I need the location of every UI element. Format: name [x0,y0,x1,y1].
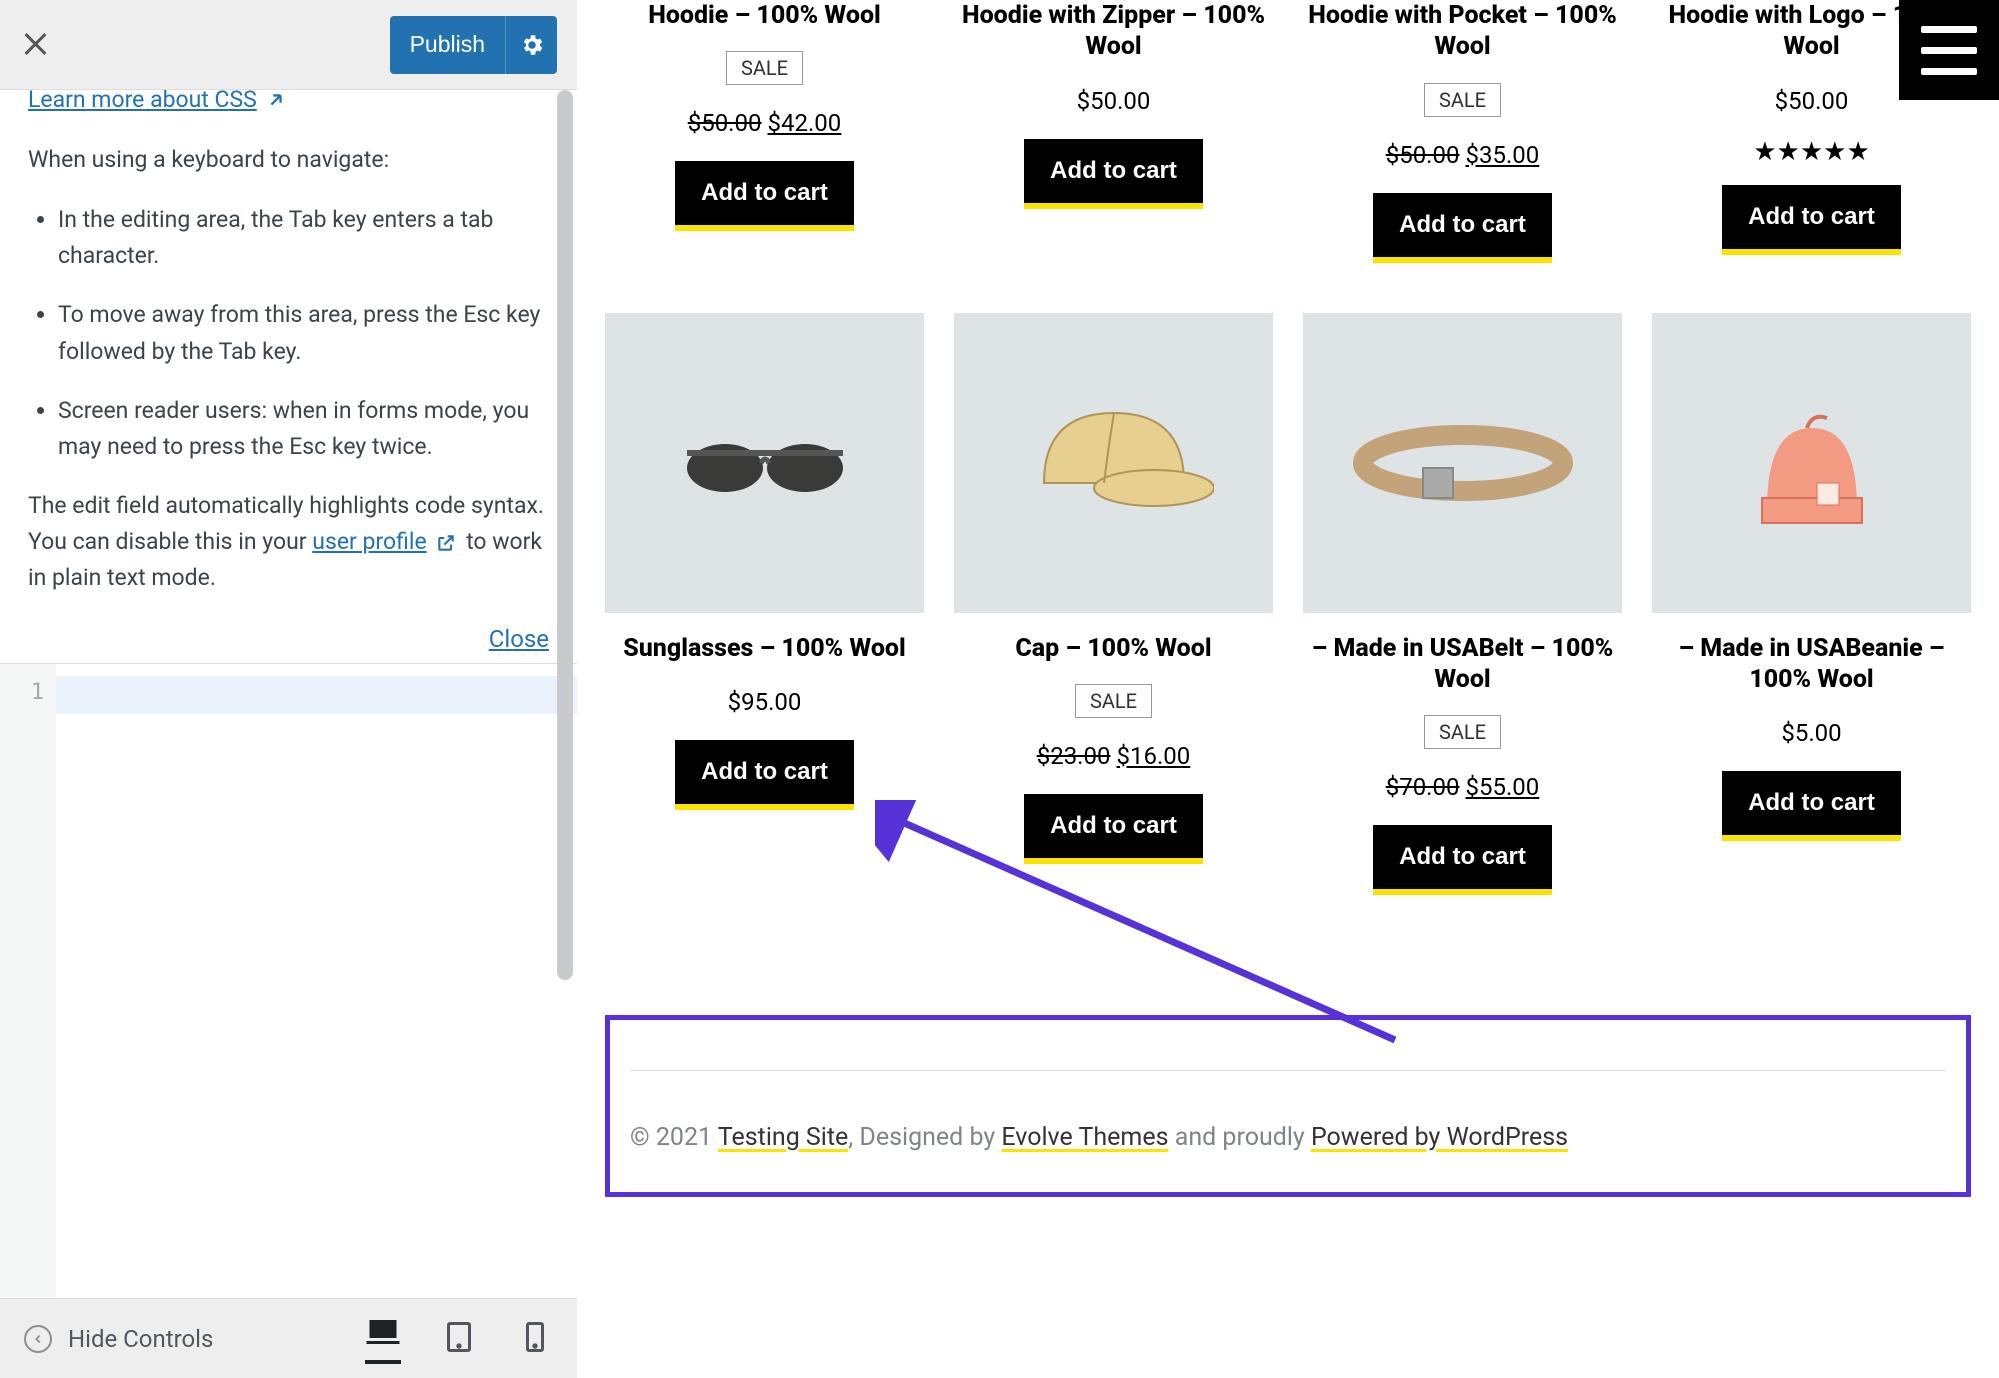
beanie-icon [1737,388,1887,538]
product-card[interactable]: – Made in USABelt – 100% Wool SALE $70.0… [1303,313,1622,896]
external-link-icon [436,533,456,553]
sunglasses-icon [675,423,855,503]
mobile-icon [517,1319,553,1355]
customizer-sidebar: Publish Learn more about CSS When using … [0,0,577,1378]
add-to-cart-button[interactable]: Add to cart [1722,771,1901,841]
hamburger-bar [1921,26,1977,33]
tablet-icon [441,1319,477,1355]
sidebar-footer: Hide Controls [0,1298,577,1378]
product-price: $5.00 [1781,719,1841,747]
line-number-1: 1 [0,680,44,705]
learn-more-row: Learn more about CSS [28,90,549,111]
product-title: – Made in USABeanie – 100% Wool [1652,633,1971,696]
learn-more-link[interactable]: Learn more about CSS [28,90,257,111]
star-rating-icon: ★★★★★ [1753,137,1870,167]
sale-badge: SALE [1424,83,1501,117]
hide-controls-label: Hide Controls [68,1325,213,1353]
product-price: $70.00$55.00 [1386,773,1540,801]
keyboard-intro: When using a keyboard to navigate: [28,143,549,178]
product-card[interactable]: Hoodie with Zipper – 100% Wool $50.00 Ad… [954,0,1273,263]
product-price: $50.00$42.00 [688,109,842,137]
product-title: Hoodie with Pocket – 100% Wool [1303,0,1622,63]
product-image [1652,313,1971,613]
footer-wp-link[interactable]: Powered by WordPress [1311,1123,1568,1152]
code-line-highlight[interactable] [56,676,577,714]
publish-group: Publish [390,16,557,74]
sale-badge: SALE [1075,684,1152,718]
desktop-device-button[interactable] [365,1314,401,1364]
product-title: Cap – 100% Wool [1015,633,1211,664]
gear-icon [519,32,545,58]
close-icon[interactable] [20,30,50,60]
footer-site-link[interactable]: Testing Site [718,1123,849,1152]
add-to-cart-button[interactable]: Add to cart [1373,193,1552,263]
product-card[interactable]: Hoodie with Pocket – 100% Wool SALE $50.… [1303,0,1622,263]
tablet-device-button[interactable] [441,1319,477,1359]
belt-icon [1353,418,1573,508]
hide-controls-button[interactable]: Hide Controls [24,1325,213,1353]
add-to-cart-button[interactable]: Add to cart [675,161,854,231]
product-card[interactable]: Cap – 100% Wool SALE $23.00$16.00 Add to… [954,313,1273,896]
close-help-link[interactable]: Close [489,625,549,653]
product-price: $50.00 [1077,87,1151,115]
add-to-cart-button[interactable]: Add to cart [1024,794,1203,864]
preview-pane: Hoodie – 100% Wool SALE $50.00$42.00 Add… [577,0,1999,1378]
sale-badge: SALE [1424,715,1501,749]
product-image [605,313,924,613]
kb-item-2: To move away from this area, press the E… [58,297,549,371]
sidebar-header: Publish [0,0,577,90]
product-price: $23.00$16.00 [1037,742,1191,770]
product-card[interactable]: Hoodie – 100% Wool SALE $50.00$42.00 Add… [605,0,924,263]
kb-item-1: In the editing area, the Tab key enters … [58,202,549,276]
footer-themes-link[interactable]: Evolve Themes [1001,1123,1168,1152]
sidebar-scrollbar[interactable] [557,90,573,980]
product-row-1: Hoodie – 100% Wool SALE $50.00$42.00 Add… [605,0,1971,263]
product-title: Hoodie with Zipper – 100% Wool [954,0,1273,63]
desktop-icon [365,1314,401,1350]
line-gutter: 1 [0,664,56,1298]
mobile-device-button[interactable] [517,1319,553,1359]
kb-item-3: Screen reader users: when in forms mode,… [58,393,549,467]
css-editor[interactable]: 1 [0,663,577,1298]
add-to-cart-button[interactable]: Add to cart [675,740,854,810]
footer-credits: © 2021 Testing Site, Designed by Evolve … [630,1123,1946,1152]
publish-button[interactable]: Publish [390,16,505,74]
add-to-cart-button[interactable]: Add to cart [1024,139,1203,209]
hamburger-bar [1921,68,1977,75]
sale-badge: SALE [726,51,803,85]
product-price: $95.00 [728,688,802,716]
publish-settings-button[interactable] [505,16,557,74]
external-link-icon [265,90,287,111]
cap-icon [1014,393,1214,533]
edit-field-para: The edit field automatically highlights … [28,488,549,595]
add-to-cart-button[interactable]: Add to cart [1722,185,1901,255]
add-to-cart-button[interactable]: Add to cart [1373,825,1552,895]
product-image [1303,313,1622,613]
product-row-2: Sunglasses – 100% Wool $95.00 Add to car… [605,313,1971,896]
user-profile-link[interactable]: user profile [312,528,426,555]
product-card[interactable]: Sunglasses – 100% Wool $95.00 Add to car… [605,313,924,896]
close-help-row: Close [28,625,549,653]
product-price: $50.00 [1775,87,1849,115]
product-price: $50.00$35.00 [1386,141,1540,169]
product-card[interactable]: – Made in USABeanie – 100% Wool $5.00 Ad… [1652,313,1971,896]
product-title: Hoodie – 100% Wool [648,0,881,31]
product-title: – Made in USABelt – 100% Wool [1303,633,1622,696]
keyboard-list: In the editing area, the Tab key enters … [58,202,549,467]
footer-highlight-box: © 2021 Testing Site, Designed by Evolve … [605,1015,1971,1197]
hamburger-bar [1921,47,1977,54]
collapse-icon [24,1325,52,1353]
product-title: Sunglasses – 100% Wool [623,633,906,664]
menu-button[interactable] [1899,0,1999,100]
sidebar-body: Learn more about CSS When using a keyboa… [0,90,577,663]
device-toggle-group [365,1314,553,1364]
product-image [954,313,1273,613]
